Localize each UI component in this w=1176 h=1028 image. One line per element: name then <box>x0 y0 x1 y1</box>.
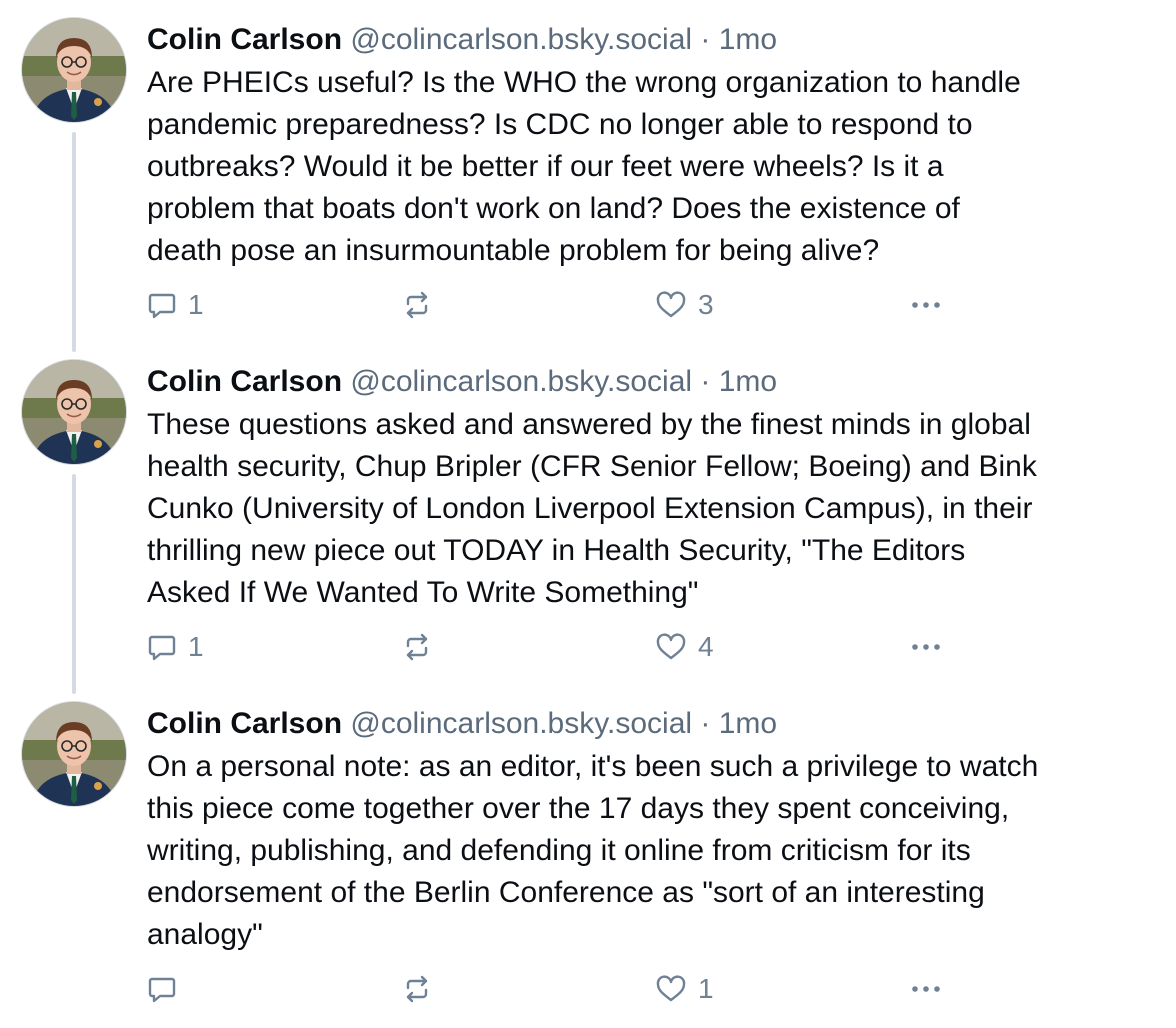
reply-button[interactable]: 1 <box>146 283 204 327</box>
separator: · <box>700 23 711 56</box>
like-button[interactable]: 3 <box>654 283 714 327</box>
timestamp[interactable]: 1mo <box>719 365 777 398</box>
thread-line <box>72 474 76 694</box>
heart-icon <box>656 291 686 318</box>
like-count: 3 <box>698 289 714 320</box>
more-icon <box>912 302 940 308</box>
avatar[interactable] <box>22 360 126 464</box>
post[interactable]: Colin Carlson @colincarlson.bsky.social … <box>0 0 1176 352</box>
reply-count: 1 <box>188 631 204 662</box>
like-button[interactable]: 1 <box>654 967 714 1011</box>
post-text: On a personal note: as an editor, it's b… <box>147 750 1039 951</box>
thread-line <box>72 132 76 352</box>
repost-button[interactable] <box>400 283 444 327</box>
avatar-image <box>22 360 126 464</box>
more-options-button[interactable] <box>908 283 944 327</box>
post-actions: 1 <box>146 967 966 1011</box>
reply-icon <box>148 293 176 319</box>
more-icon <box>912 986 940 992</box>
author-name[interactable]: Colin Carlson <box>147 23 342 56</box>
repost-icon <box>406 975 428 1003</box>
repost-button[interactable] <box>400 967 444 1011</box>
post-actions: 1 4 <box>146 625 966 669</box>
repost-icon <box>406 633 428 661</box>
post-text: These questions asked and answered by th… <box>147 408 1037 609</box>
reply-icon <box>148 977 176 1003</box>
timestamp[interactable]: 1mo <box>719 23 777 56</box>
reply-icon <box>148 635 176 661</box>
repost-icon <box>406 291 428 319</box>
post[interactable]: Colin Carlson @colincarlson.bsky.social … <box>0 684 1176 1026</box>
avatar[interactable] <box>22 18 126 122</box>
reply-button[interactable]: 1 <box>146 625 204 669</box>
more-icon <box>912 644 940 650</box>
reply-button[interactable] <box>146 967 188 1011</box>
like-count: 1 <box>698 973 714 1004</box>
post-text: Are PHEICs useful? Is the WHO the wrong … <box>147 66 1021 267</box>
heart-icon <box>656 633 686 660</box>
avatar-image <box>22 702 126 806</box>
like-button[interactable]: 4 <box>654 625 714 669</box>
reply-count: 1 <box>188 289 204 320</box>
more-options-button[interactable] <box>908 625 944 669</box>
avatar[interactable] <box>22 702 126 806</box>
timestamp[interactable]: 1mo <box>719 707 777 740</box>
post-header: Colin Carlson @colincarlson.bsky.social … <box>147 362 777 402</box>
post-actions: 1 3 <box>146 283 966 327</box>
heart-icon <box>656 975 686 1002</box>
like-count: 4 <box>698 631 714 662</box>
author-handle[interactable]: @colincarlson.bsky.social <box>350 23 692 56</box>
more-options-button[interactable] <box>908 967 944 1011</box>
post[interactable]: Colin Carlson @colincarlson.bsky.social … <box>0 342 1176 694</box>
separator: · <box>700 707 711 740</box>
author-name[interactable]: Colin Carlson <box>147 707 342 740</box>
post-header: Colin Carlson @colincarlson.bsky.social … <box>147 20 777 60</box>
separator: · <box>700 365 711 398</box>
repost-button[interactable] <box>400 625 444 669</box>
author-name[interactable]: Colin Carlson <box>147 365 342 398</box>
post-header: Colin Carlson @colincarlson.bsky.social … <box>147 704 777 744</box>
author-handle[interactable]: @colincarlson.bsky.social <box>350 365 692 398</box>
author-handle[interactable]: @colincarlson.bsky.social <box>350 707 692 740</box>
avatar-image <box>22 18 126 122</box>
